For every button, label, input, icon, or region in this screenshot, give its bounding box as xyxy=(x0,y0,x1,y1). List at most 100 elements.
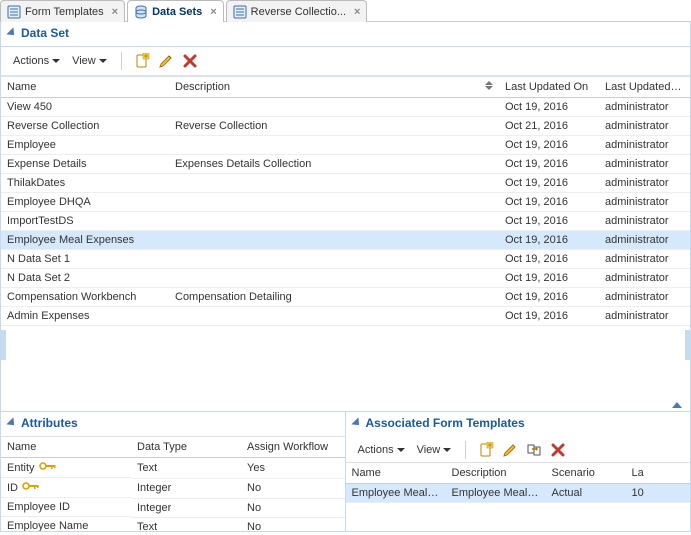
table-row[interactable]: Employee Meal ExpensesOct 19, 2016admini… xyxy=(1,231,690,250)
assoc-col-description[interactable]: Description xyxy=(446,463,546,484)
data-set-panel: Data Set Actions View xyxy=(1,22,690,399)
disclosure-icon[interactable] xyxy=(6,417,17,428)
attributes-grid: Name Data Type Assign Workflow EntityTex… xyxy=(1,436,345,531)
attributes-panel-title: Attributes xyxy=(21,416,78,430)
cell-last_updated_by: administrator xyxy=(599,288,690,307)
new-document-icon xyxy=(478,442,494,458)
workarea: Data Set Actions View xyxy=(0,22,691,532)
view-menu[interactable]: View xyxy=(68,53,111,69)
table-row[interactable]: Employee NameTextNo xyxy=(1,517,345,531)
cell-name: Employee Name xyxy=(1,517,131,531)
tab-1[interactable]: Data Sets× xyxy=(127,0,224,22)
table-row[interactable]: Admin ExpensesOct 19, 2016administrator xyxy=(1,307,690,326)
table-row[interactable]: Employee Meal ExpenEmployee Meal ExpenAc… xyxy=(346,484,691,503)
cell-name: Reverse Collection xyxy=(1,117,169,136)
restore-bottom-panel xyxy=(1,399,690,411)
expand-up-icon[interactable] xyxy=(672,402,682,408)
table-row[interactable]: ImportTestDSOct 19, 2016administrator xyxy=(1,212,690,231)
delete-x-icon xyxy=(551,443,565,457)
disclosure-icon[interactable] xyxy=(351,417,362,428)
table-row[interactable]: Reverse CollectionReverse CollectionOct … xyxy=(1,117,690,136)
assoc-edit-button[interactable] xyxy=(500,440,520,460)
assoc-col-name[interactable]: Name xyxy=(346,463,446,484)
cell-last_updated_on: Oct 19, 2016 xyxy=(499,193,599,212)
tab-0[interactable]: Form Templates × xyxy=(0,0,125,22)
actions-menu[interactable]: Actions xyxy=(9,53,64,69)
data-set-toolbar: Actions View xyxy=(1,47,690,76)
cell-last_updated_by: administrator xyxy=(599,193,690,212)
key-icon xyxy=(39,461,57,474)
chevron-down-icon xyxy=(99,59,107,63)
cell-last_updated_by: administrator xyxy=(599,136,690,155)
cell-name: ID xyxy=(1,478,131,498)
left-collapse-handle[interactable] xyxy=(0,330,6,360)
tab-2[interactable]: Reverse Collectio...× xyxy=(226,0,368,22)
lower-panels: Attributes Name Data Type Assign Workflo… xyxy=(1,411,690,531)
table-row[interactable]: EmployeeOct 19, 2016administrator xyxy=(1,136,690,155)
cell-name: Compensation Workbench xyxy=(1,288,169,307)
toolbar-separator xyxy=(121,52,122,70)
deploy-icon xyxy=(526,442,542,458)
cell-data-type: Integer xyxy=(131,478,241,498)
data-set-panel-title: Data Set xyxy=(21,26,69,40)
cell-last_updated_by: administrator xyxy=(599,174,690,193)
close-icon[interactable]: × xyxy=(112,6,118,18)
cell-last: 10 xyxy=(626,484,691,503)
assoc-deploy-button[interactable] xyxy=(524,440,544,460)
assoc-view-menu[interactable]: View xyxy=(413,442,456,458)
cell-last_updated_on: Oct 19, 2016 xyxy=(499,250,599,269)
assoc-delete-button[interactable] xyxy=(548,440,568,460)
right-collapse-handle[interactable] xyxy=(685,330,691,360)
col-last-updated-by[interactable]: Last Updated By xyxy=(599,77,690,98)
assoc-col-scenario[interactable]: Scenario xyxy=(546,463,626,484)
cell-last_updated_on: Oct 19, 2016 xyxy=(499,155,599,174)
table-row[interactable]: N Data Set 2Oct 19, 2016administrator xyxy=(1,269,690,288)
assoc-col-last[interactable]: La xyxy=(626,463,691,484)
edit-button[interactable] xyxy=(156,51,176,71)
cell-description: Compensation Detailing xyxy=(169,288,499,307)
cell-last_updated_on: Oct 21, 2016 xyxy=(499,117,599,136)
cell-description xyxy=(169,193,499,212)
cell-last_updated_by: administrator xyxy=(599,250,690,269)
col-last-updated-on[interactable]: Last Updated On xyxy=(499,77,599,98)
table-row[interactable]: IDIntegerNo xyxy=(1,478,345,498)
attr-col-data-type[interactable]: Data Type xyxy=(131,437,241,458)
attributes-panel: Attributes Name Data Type Assign Workflo… xyxy=(1,412,346,531)
assoc-new-button[interactable] xyxy=(476,440,496,460)
col-name[interactable]: Name xyxy=(1,77,169,98)
cell-name: Employee xyxy=(1,136,169,155)
attr-col-name[interactable]: Name xyxy=(1,437,131,458)
table-row[interactable]: N Data Set 1Oct 19, 2016administrator xyxy=(1,250,690,269)
toolbar-separator xyxy=(465,441,466,459)
table-row[interactable]: Compensation WorkbenchCompensation Detai… xyxy=(1,288,690,307)
new-document-icon xyxy=(134,53,150,69)
table-row[interactable]: Employee DHQAOct 19, 2016administrator xyxy=(1,193,690,212)
col-description[interactable]: Description xyxy=(169,77,499,98)
cell-name: Employee Meal Expen xyxy=(346,484,446,503)
assoc-toolbar: Actions View xyxy=(346,436,691,462)
tab-label: Form Templates xyxy=(25,6,104,18)
table-row[interactable]: EntityTextYes xyxy=(1,458,345,479)
list-icon xyxy=(7,5,21,19)
table-row[interactable]: Employee IDIntegerNo xyxy=(1,498,345,517)
editor-tabs: Form Templates×Data Sets×Reverse Collect… xyxy=(0,0,691,22)
assoc-panel-header: Associated Form Templates xyxy=(346,412,691,436)
cell-name: ThilakDates xyxy=(1,174,169,193)
cell-last_updated_by: administrator xyxy=(599,231,690,250)
sort-icon[interactable] xyxy=(485,81,493,90)
table-row[interactable]: Expense DetailsExpenses Details Collecti… xyxy=(1,155,690,174)
table-row[interactable]: ThilakDatesOct 19, 2016administrator xyxy=(1,174,690,193)
table-row[interactable]: View 450Oct 19, 2016administrator xyxy=(1,98,690,117)
cell-description xyxy=(169,98,499,117)
delete-button[interactable] xyxy=(180,51,200,71)
new-button[interactable] xyxy=(132,51,152,71)
assoc-actions-menu[interactable]: Actions xyxy=(354,442,409,458)
disclosure-icon[interactable] xyxy=(6,27,17,38)
cell-last_updated_by: administrator xyxy=(599,155,690,174)
associated-templates-panel: Associated Form Templates Actions View xyxy=(346,412,691,531)
close-icon[interactable]: × xyxy=(210,6,216,18)
attr-col-assign-workflow[interactable]: Assign Workflow xyxy=(241,437,345,458)
cell-scenario: Actual xyxy=(546,484,626,503)
close-icon[interactable]: × xyxy=(354,6,360,18)
chevron-down-icon xyxy=(397,448,405,452)
